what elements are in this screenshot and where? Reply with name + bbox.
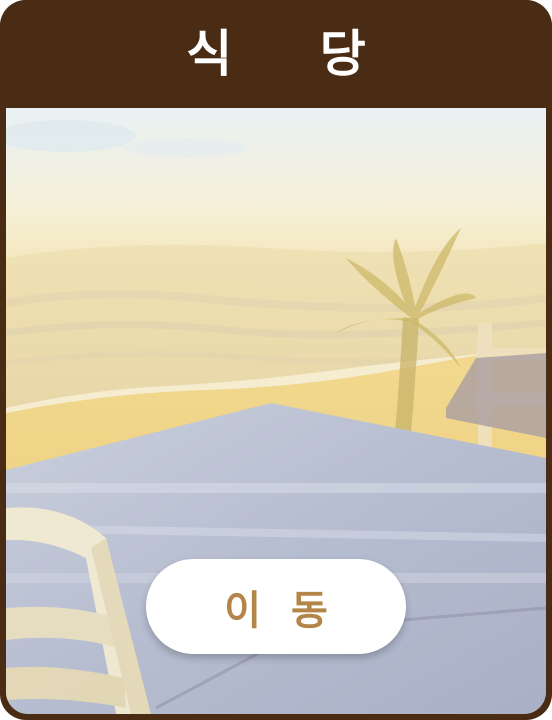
page-title: 식 당 [186,25,366,83]
restaurant-card: 식 당 이 동 [0,0,552,720]
move-button-label: 이 동 [224,587,328,634]
move-button[interactable]: 이 동 [146,559,406,654]
card-header: 식 당 [0,0,552,108]
